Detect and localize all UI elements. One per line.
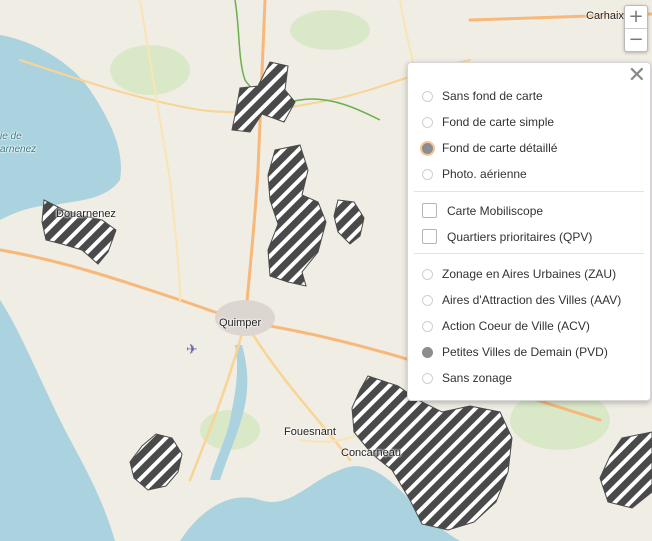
zoom-out-button[interactable]: −	[625, 28, 647, 51]
zoom-in-button[interactable]: +	[625, 6, 647, 28]
place-label-fouesnant: Fouesnant	[284, 426, 336, 438]
place-label-concarneau: Concarneau	[341, 447, 401, 459]
option-label: Sans fond de carte	[442, 89, 543, 103]
option-label: Aires d'Attraction des Villes (AAV)	[442, 293, 622, 307]
layers-panel: ✕ Sans fond de carte Fond de carte simpl…	[407, 62, 651, 401]
place-label-douarnenez: Douarnenez	[56, 208, 116, 220]
option-label: Fond de carte simple	[442, 115, 555, 129]
basemap-option-aerial[interactable]: Photo. aérienne	[422, 167, 527, 181]
checkbox-icon[interactable]	[422, 229, 437, 244]
place-label-bay-line2: arnenez	[0, 144, 37, 155]
radio-icon[interactable]	[422, 294, 433, 306]
option-label: Quartiers prioritaires (QPV)	[447, 229, 593, 244]
place-label-quimper: Quimper	[219, 317, 262, 329]
airport-icon: ✈	[186, 342, 198, 358]
zoning-option-aav[interactable]: Aires d'Attraction des Villes (AAV)	[422, 293, 621, 307]
radio-selected-icon[interactable]	[422, 142, 433, 154]
zoning-option-zau[interactable]: Zonage en Aires Urbaines (ZAU)	[422, 267, 616, 281]
zoning-option-pvd[interactable]: Petites Villes de Demain (PVD)	[422, 345, 608, 359]
close-icon[interactable]: ✕	[628, 64, 646, 88]
overlay-option-mobiliscope[interactable]: Carte Mobiliscope	[422, 203, 543, 218]
zoom-control: + −	[624, 5, 648, 52]
option-label: Photo. aérienne	[442, 167, 527, 181]
option-label: Petites Villes de Demain (PVD)	[442, 345, 608, 359]
radio-icon[interactable]	[422, 168, 433, 180]
radio-icon[interactable]	[422, 90, 433, 102]
basemap-option-simple[interactable]: Fond de carte simple	[422, 115, 554, 129]
radio-icon[interactable]	[422, 268, 433, 280]
option-label: Action Coeur de Ville (ACV)	[442, 319, 590, 333]
checkbox-icon[interactable]	[422, 203, 437, 218]
place-label-bay-line1: ie de	[0, 131, 22, 142]
divider	[414, 253, 644, 254]
radio-icon[interactable]	[422, 372, 433, 384]
radio-selected-icon[interactable]	[422, 346, 433, 358]
overlay-option-qpv[interactable]: Quartiers prioritaires (QPV)	[422, 229, 592, 244]
radio-icon[interactable]	[422, 116, 433, 128]
radio-icon[interactable]	[422, 320, 433, 332]
zoning-option-none[interactable]: Sans zonage	[422, 371, 512, 385]
basemap-option-detailed[interactable]: Fond de carte détaillé	[422, 141, 557, 155]
zoning-option-acv[interactable]: Action Coeur de Ville (ACV)	[422, 319, 590, 333]
divider	[414, 191, 644, 192]
option-label: Sans zonage	[442, 371, 513, 385]
option-label: Carte Mobiliscope	[447, 203, 544, 218]
basemap-option-none[interactable]: Sans fond de carte	[422, 89, 543, 103]
option-label: Zonage en Aires Urbaines (ZAU)	[442, 267, 617, 281]
option-label: Fond de carte détaillé	[442, 141, 558, 155]
